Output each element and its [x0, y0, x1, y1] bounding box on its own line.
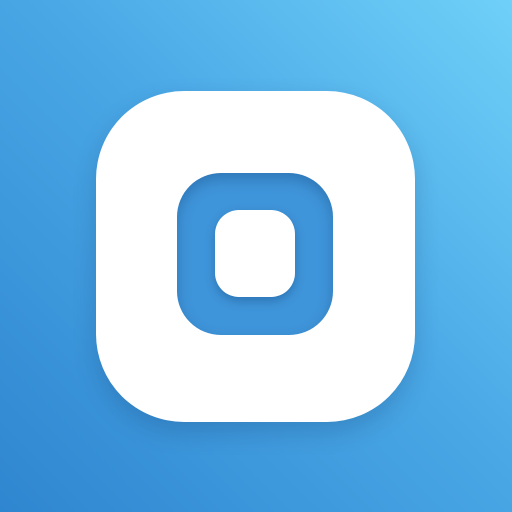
inner-rounded-square-icon — [215, 210, 295, 297]
app-icon-background — [0, 0, 512, 512]
